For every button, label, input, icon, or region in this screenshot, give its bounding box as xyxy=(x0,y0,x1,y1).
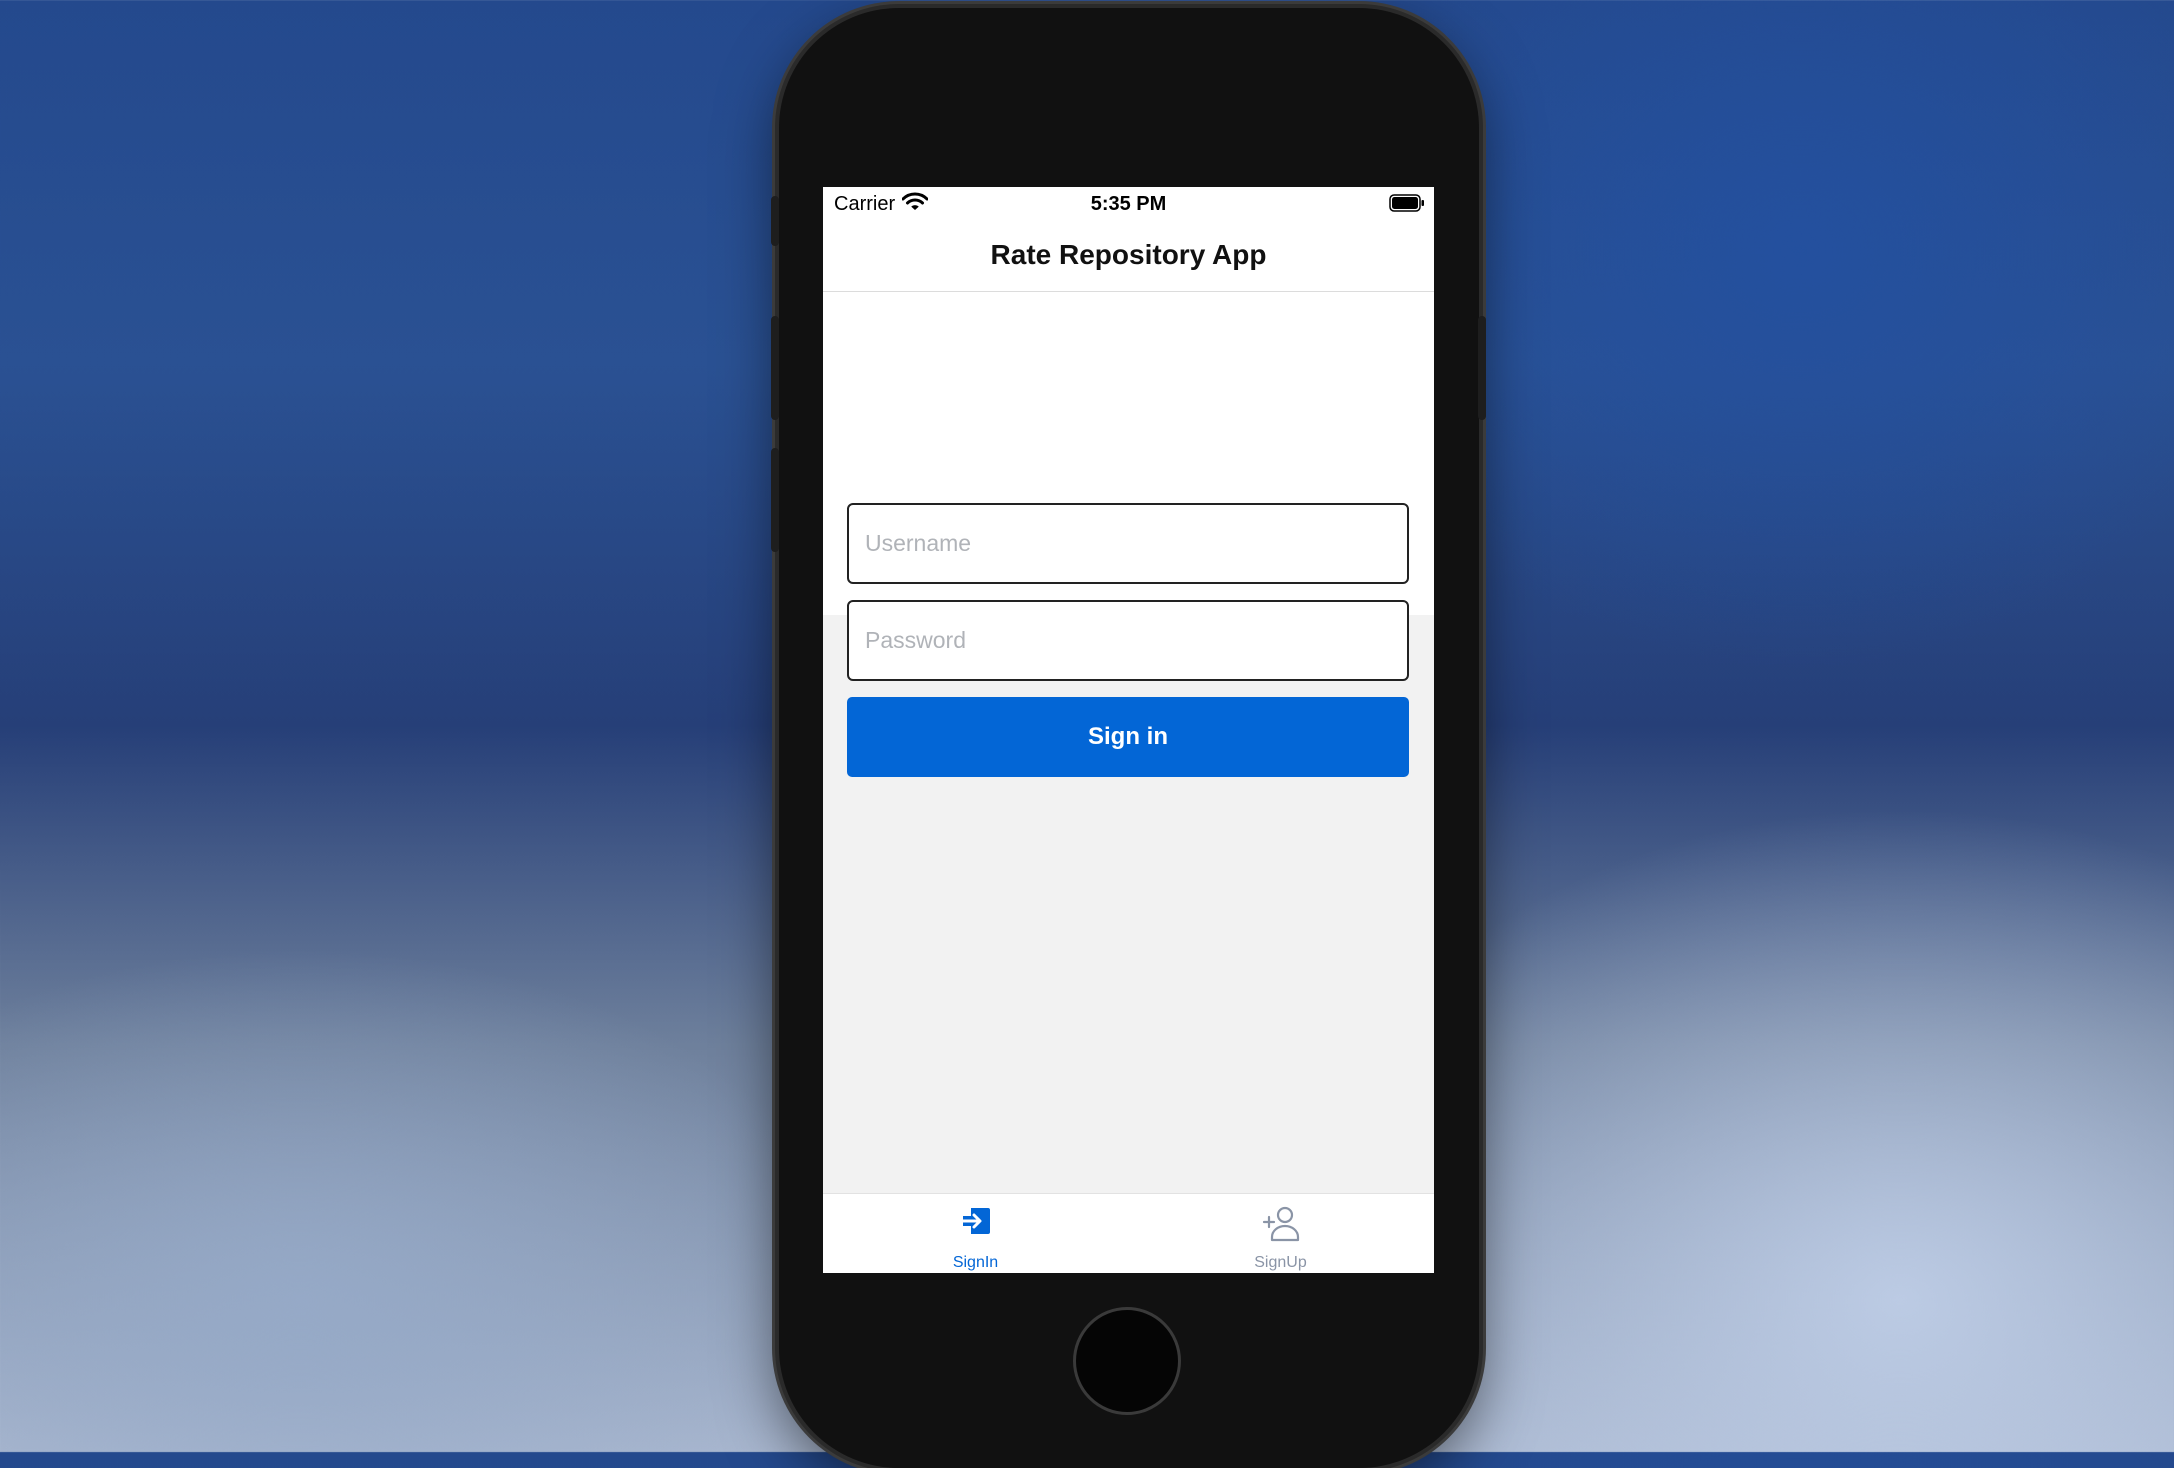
app-header: Rate Repository App xyxy=(823,221,1434,292)
status-bar: Carrier 5:35 PM xyxy=(823,187,1434,221)
mute-switch xyxy=(771,196,779,246)
add-user-icon xyxy=(1262,1206,1299,1242)
clock: 5:35 PM xyxy=(1090,193,1167,215)
app-screen: Carrier 5:35 PM Rate Repository App Sign… xyxy=(823,187,1434,1273)
password-input[interactable] xyxy=(847,600,1409,681)
home-button[interactable] xyxy=(1073,1307,1181,1415)
bottom-tab-bar: SignIn SignUp xyxy=(823,1193,1434,1273)
power-button xyxy=(1478,316,1486,420)
sign-in-form: Sign in xyxy=(823,292,1434,777)
tab-signup[interactable]: SignUp xyxy=(1128,1194,1433,1273)
volume-down-button xyxy=(771,448,779,552)
sign-in-button[interactable]: Sign in xyxy=(847,697,1409,777)
tab-signup-label: SignUp xyxy=(1254,1254,1307,1271)
tab-signin-label: SignIn xyxy=(952,1254,999,1271)
volume-up-button xyxy=(771,316,779,420)
tab-signin[interactable]: SignIn xyxy=(823,1194,1128,1273)
battery-icon xyxy=(1389,194,1424,212)
sign-in-icon xyxy=(959,1208,990,1234)
username-input[interactable] xyxy=(847,503,1409,584)
page-title: Rate Repository App xyxy=(990,239,1267,270)
